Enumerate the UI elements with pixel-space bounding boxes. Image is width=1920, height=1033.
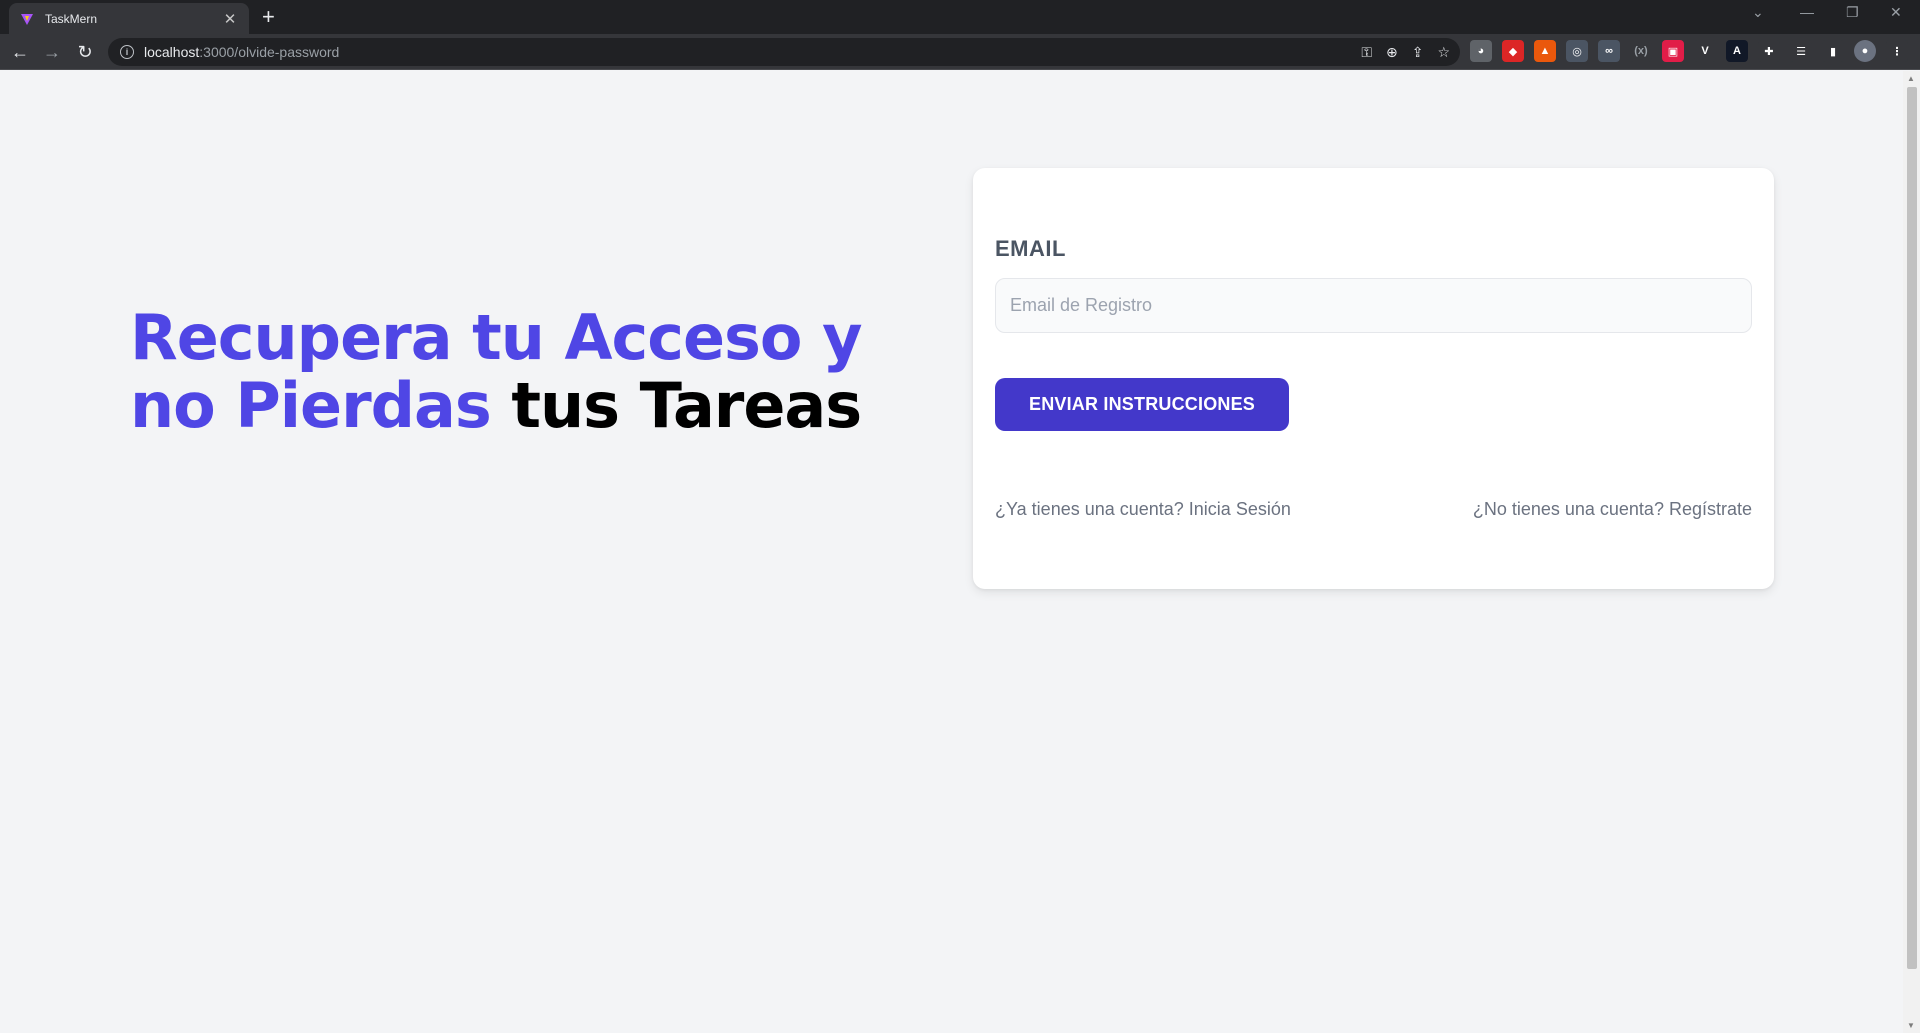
close-window-icon[interactable]: ✕ xyxy=(1890,4,1902,21)
profile-icon[interactable]: ● xyxy=(1854,40,1876,62)
hero-accent-line2: Pierdas xyxy=(235,369,491,442)
vite-favicon-icon xyxy=(19,11,35,27)
address-bar[interactable]: i localhost:3000/olvide-password ⚿ ⊕ ⇪ ☆ xyxy=(108,38,1460,66)
page-content: Recupera tu Acceso y no Pierdas tus Tare… xyxy=(0,71,1903,1033)
menu-icon[interactable]: ⋮ xyxy=(1886,40,1908,62)
key-icon[interactable]: ⚿ xyxy=(1361,44,1372,61)
back-icon[interactable]: ← xyxy=(8,40,32,64)
scroll-thumb[interactable] xyxy=(1907,87,1917,969)
extension-a-icon[interactable]: A xyxy=(1726,40,1748,62)
tab-search-icon[interactable]: ⌄ xyxy=(1752,4,1764,21)
hero-heading: Recupera tu Acceso y no Pierdas tus Tare… xyxy=(130,304,950,440)
extension-bracket-icon[interactable]: (x) xyxy=(1630,40,1652,62)
browser-toolbar: ← → ↻ i localhost:3000/olvide-password ⚿… xyxy=(0,34,1920,70)
url-path: :3000/olvide-password xyxy=(199,44,340,60)
browser-tabbar: TaskMern ✕ + ⌄ — ❐ ✕ xyxy=(0,0,1920,34)
send-instructions-button[interactable]: ENVIAR INSTRUCCIONES xyxy=(995,378,1289,431)
extension-shield-icon[interactable]: ◆ xyxy=(1502,40,1524,62)
share-icon[interactable]: ⇪ xyxy=(1412,44,1424,61)
forgot-password-card: EMAIL ENVIAR INSTRUCCIONES ¿Ya tienes un… xyxy=(973,168,1774,589)
extension-glasses-icon[interactable]: ∞ xyxy=(1598,40,1620,62)
page-scrollbar[interactable]: ▲ ▼ xyxy=(1903,71,1920,1033)
reload-icon[interactable]: ↻ xyxy=(73,40,97,64)
login-link[interactable]: ¿Ya tienes una cuenta? Inicia Sesión xyxy=(995,499,1291,520)
register-link[interactable]: ¿No tienes una cuenta? Regístrate xyxy=(1473,499,1752,520)
minimize-icon[interactable]: — xyxy=(1800,4,1814,20)
restore-icon[interactable]: ❐ xyxy=(1846,4,1859,21)
star-icon[interactable]: ☆ xyxy=(1437,44,1450,61)
reading-list-icon[interactable]: ☰ xyxy=(1790,40,1812,62)
url-host: localhost xyxy=(144,44,200,60)
extension-cat-icon[interactable]: ◕ xyxy=(1470,40,1492,62)
email-field[interactable] xyxy=(995,278,1752,333)
extension-vue-icon[interactable]: V xyxy=(1694,40,1716,62)
email-label: EMAIL xyxy=(995,236,1066,261)
extension-fox-icon[interactable]: ▲ xyxy=(1534,40,1556,62)
forward-icon[interactable]: → xyxy=(40,40,64,64)
sidebar-icon[interactable]: ▮ xyxy=(1822,40,1844,62)
scroll-up-icon[interactable]: ▲ xyxy=(1907,74,1915,83)
scroll-down-icon[interactable]: ▼ xyxy=(1907,1021,1915,1030)
extension-target-icon[interactable]: ◎ xyxy=(1566,40,1588,62)
tab-title: TaskMern xyxy=(45,11,98,26)
new-tab-icon[interactable]: + xyxy=(262,4,275,30)
tab-close-icon[interactable]: ✕ xyxy=(221,10,239,28)
zoom-icon[interactable]: ⊕ xyxy=(1386,44,1398,61)
browser-tab[interactable]: TaskMern ✕ xyxy=(9,3,249,34)
extensions-icon[interactable]: ✚ xyxy=(1758,40,1780,62)
info-icon[interactable]: i xyxy=(120,45,134,59)
hero-dark-text: tus Tareas xyxy=(511,369,862,442)
extension-red-icon[interactable]: ▣ xyxy=(1662,40,1684,62)
